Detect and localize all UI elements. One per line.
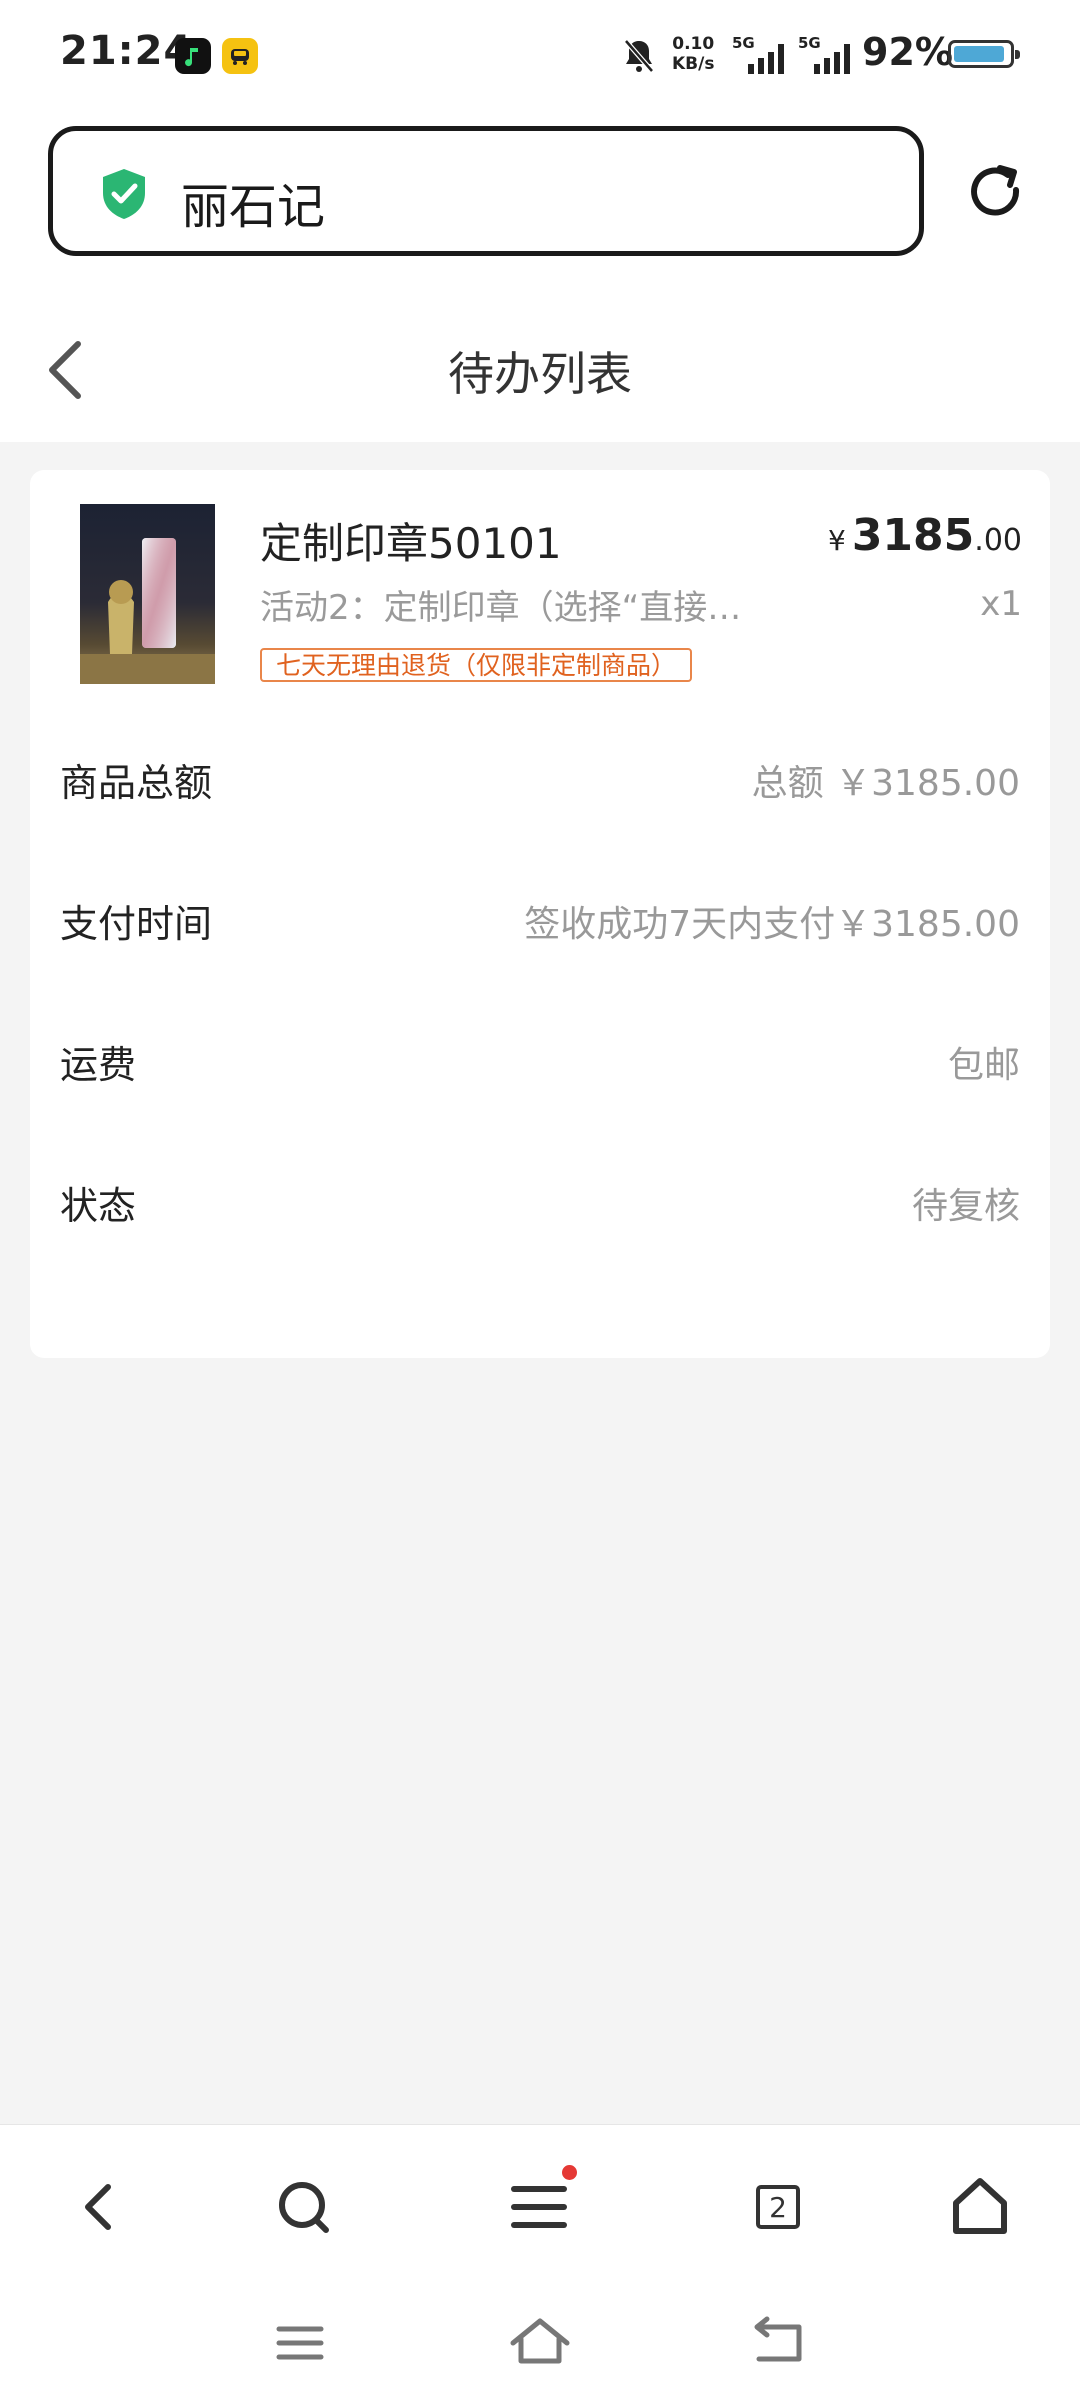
detail-label: 商品总额 <box>60 761 213 805</box>
detail-value: 签收成功7天内支付￥3185.00 <box>524 904 1020 945</box>
app-icon-taxi <box>222 38 258 74</box>
network-speed: 0.10 KB/s <box>672 34 714 74</box>
home-icon <box>510 2318 570 2364</box>
price-decimal: .00 <box>974 523 1022 558</box>
tabs-count: 2 <box>756 2185 800 2229</box>
network-speed-unit: KB/s <box>672 54 715 74</box>
battery-percent: 92% <box>862 30 953 74</box>
signal-icon: 5G <box>732 34 790 82</box>
system-home-button[interactable] <box>505 2313 575 2373</box>
back-icon <box>754 2316 802 2362</box>
detail-label: 状态 <box>60 1184 137 1228</box>
signal2-label: 5G <box>798 34 821 52</box>
battery-level-fill <box>954 46 1004 62</box>
price-integer: 3185 <box>851 510 975 561</box>
browser-toolbar: 2 <box>0 2124 1080 2401</box>
home-icon <box>953 2178 1007 2234</box>
detail-value: 待复核 <box>911 1186 1020 1227</box>
product-name: 定制印章50101 <box>260 519 562 568</box>
price-symbol: ¥ <box>827 524 846 557</box>
recents-icon <box>276 2326 324 2360</box>
browser-tabs-button[interactable]: 2 <box>736 2167 816 2247</box>
system-back-button[interactable] <box>745 2313 815 2373</box>
detail-row-shipping: 运费 包邮 <box>60 1022 1020 1092</box>
detail-row-payment-time: 支付时间 签收成功7天内支付￥3185.00 <box>60 881 1020 951</box>
app-icon-music <box>175 38 211 74</box>
search-icon <box>279 2182 329 2233</box>
detail-value: 总额 ￥3185.00 <box>751 763 1020 804</box>
product-price: ¥3185.00 <box>828 510 1022 561</box>
refresh-icon[interactable] <box>964 160 1028 224</box>
return-policy-badge: 七天无理由退货（仅限非定制商品） <box>260 648 693 682</box>
product-image[interactable] <box>80 504 215 684</box>
detail-row-total: 商品总额 总额 ￥3185.00 <box>60 740 1020 810</box>
page-title: 待办列表 <box>448 347 632 401</box>
notification-dot <box>562 2165 577 2180</box>
signal-icon: 5G <box>798 34 856 82</box>
status-bar: 21:24 0.10 KB/s 5G 5G 92% <box>0 0 1080 110</box>
product-quantity: x1 <box>980 584 1022 624</box>
browser-back-button[interactable] <box>60 2167 140 2247</box>
detail-row-status: 状态 待复核 <box>60 1163 1020 1233</box>
shield-check-icon <box>99 167 149 225</box>
order-card[interactable]: 定制印章50101 活动2：定制印章（选择“直接… 七天无理由退货（仅限非定制商… <box>30 470 1050 1358</box>
back-icon <box>85 2184 111 2230</box>
bell-muted-icon <box>622 38 656 78</box>
browser-menu-button[interactable] <box>500 2165 580 2247</box>
system-recents-button[interactable] <box>265 2313 335 2373</box>
browser-search-button[interactable] <box>264 2167 344 2247</box>
browser-home-button[interactable] <box>940 2167 1020 2247</box>
detail-label: 运费 <box>60 1043 137 1087</box>
battery-icon <box>948 40 1020 68</box>
status-time: 21:24 <box>60 28 193 74</box>
network-speed-value: 0.10 <box>672 34 715 54</box>
detail-label: 支付时间 <box>60 902 213 946</box>
address-site-name: 丽石记 <box>181 179 326 235</box>
detail-value: 包邮 <box>947 1045 1020 1086</box>
product-description: 活动2：定制印章（选择“直接… <box>260 588 742 628</box>
signal1-label: 5G <box>732 34 755 52</box>
address-bar[interactable]: 丽石记 <box>48 126 924 256</box>
